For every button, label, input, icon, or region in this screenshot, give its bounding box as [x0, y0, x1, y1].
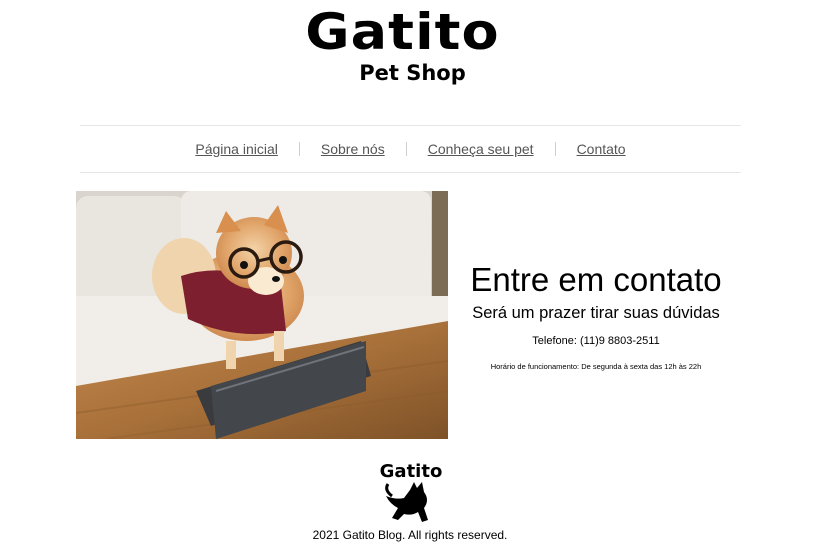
- nav-item: Sobre nós: [278, 141, 385, 157]
- footer-logo: Gatito: [370, 460, 452, 526]
- hero-dog-photo: [76, 191, 448, 439]
- footer-copyright: 2021 Gatito Blog. All rights reserved.: [312, 528, 508, 542]
- logo-title: Gatito: [305, 3, 500, 61]
- logo-subtitle: Pet Shop: [359, 61, 466, 85]
- nav-item: Página inicial: [195, 141, 278, 157]
- contact-phone: Telefone: (11)9 8803-2511: [532, 335, 660, 347]
- nav-item: Contato: [534, 141, 626, 157]
- nav-link-about[interactable]: Sobre nós: [321, 141, 385, 157]
- contact-section: Entre em contato Será um prazer tirar su…: [456, 258, 736, 372]
- contact-title: Entre em contato: [470, 261, 722, 298]
- nav-link-pets[interactable]: Conheça seu pet: [428, 141, 534, 157]
- nav-list: Página inicial Sobre nós Conheça seu pet…: [80, 126, 741, 172]
- contact-hours: Horário de funcionamento: De segunda à s…: [490, 362, 702, 371]
- main-nav: Página inicial Sobre nós Conheça seu pet…: [80, 125, 741, 173]
- contact-subtitle: Será um prazer tirar suas dúvidas: [472, 304, 720, 322]
- nav-link-home[interactable]: Página inicial: [195, 141, 278, 157]
- nav-item: Conheça seu pet: [385, 141, 534, 157]
- site-logo: Gatito Pet Shop: [280, 0, 525, 92]
- nav-link-contact[interactable]: Contato: [577, 141, 626, 157]
- cat-silhouette-icon: [385, 482, 428, 522]
